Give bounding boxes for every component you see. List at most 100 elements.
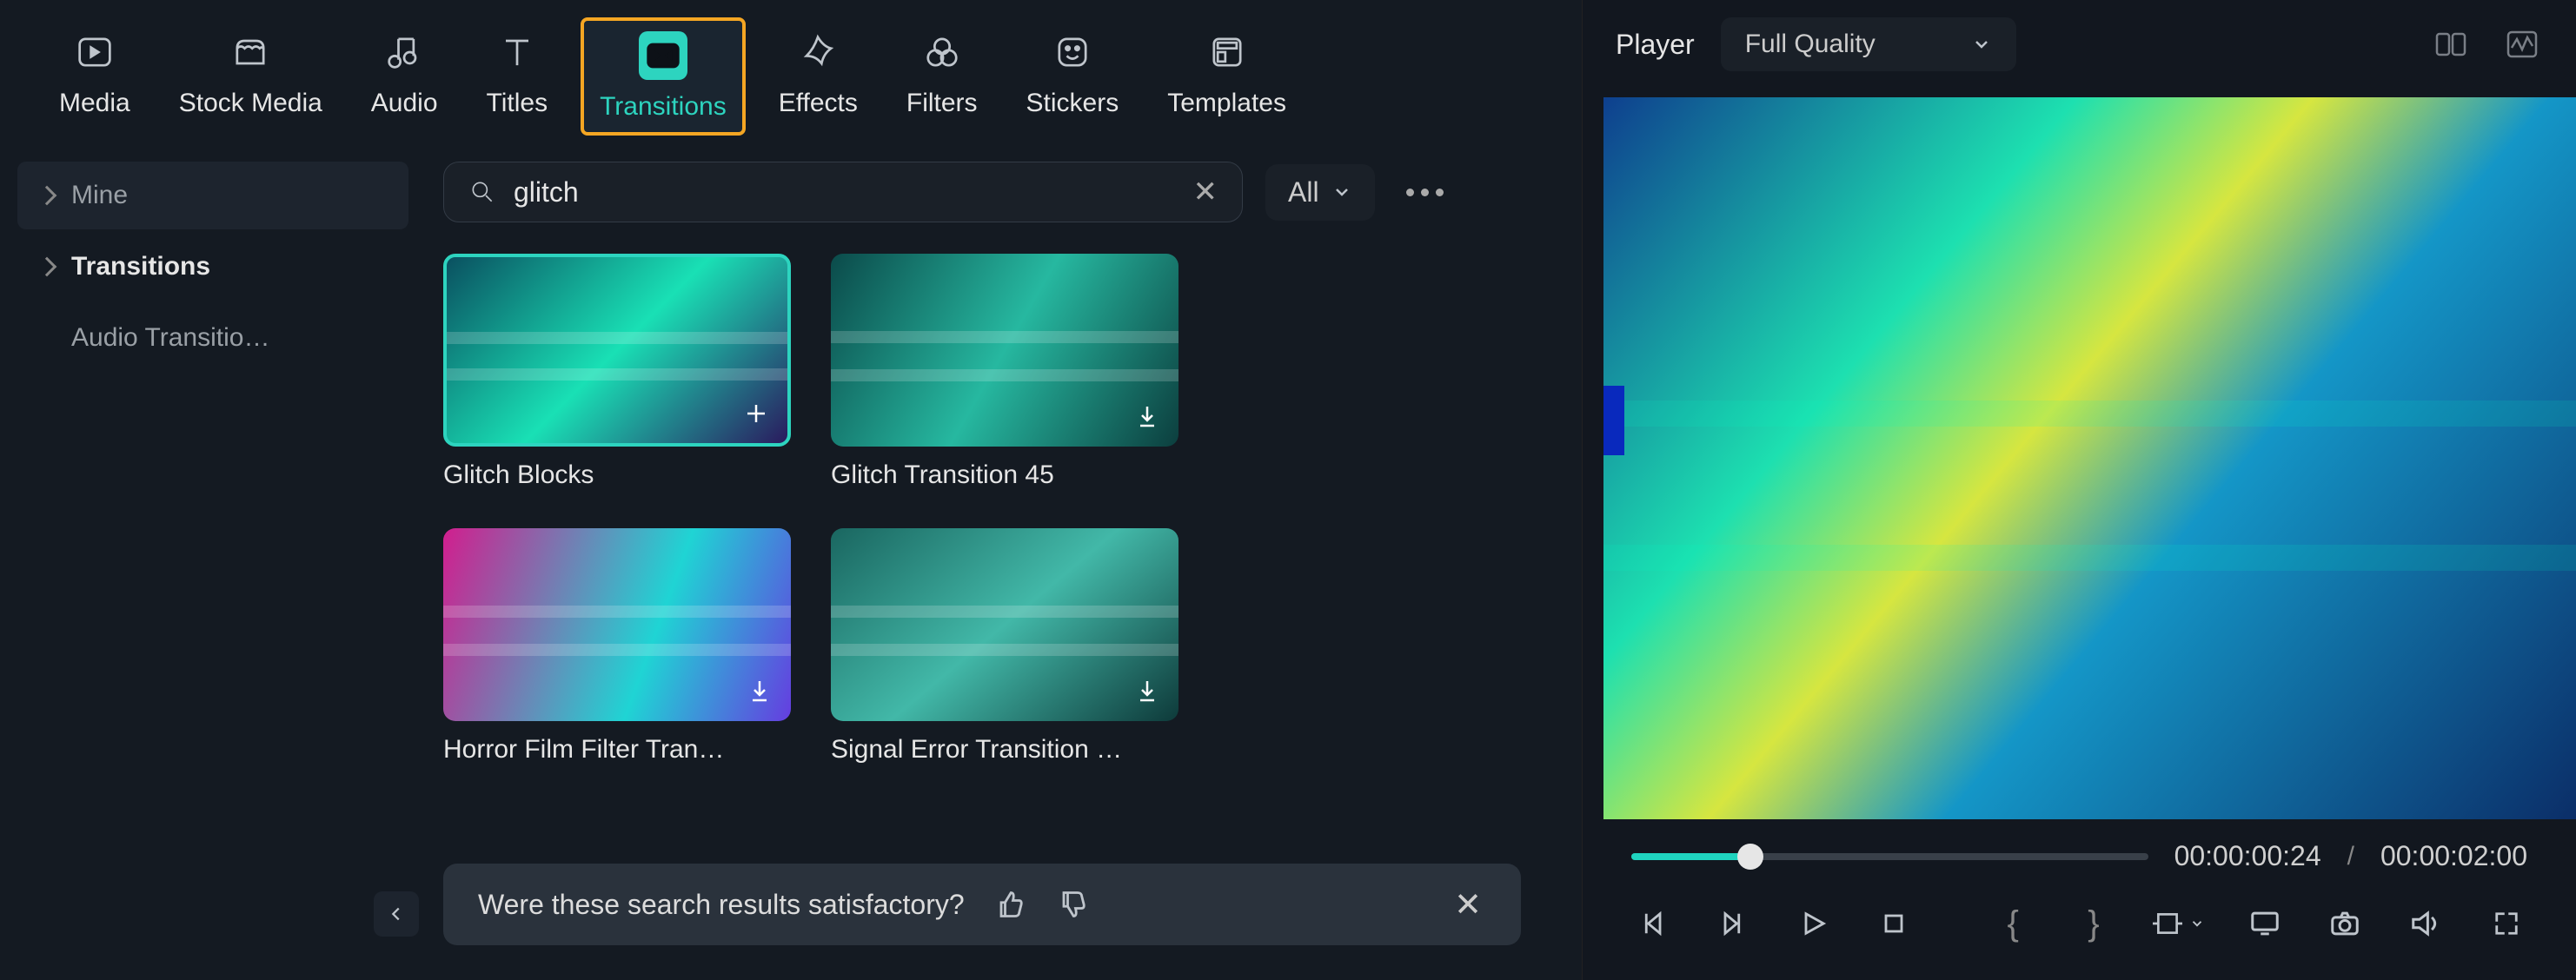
download-icon[interactable]	[1130, 674, 1165, 709]
chevron-right-icon	[37, 186, 57, 206]
time-row: 00:00:00:24 / 00:00:02:00	[1583, 819, 2576, 881]
nav-label: Transitions	[600, 92, 727, 122]
player-title: Player	[1616, 29, 1695, 61]
stop-button[interactable]	[1873, 902, 1915, 945]
mark-in-button[interactable]: {	[1992, 902, 2035, 945]
seek-fill	[1631, 853, 1750, 860]
chevron-down-icon	[1971, 34, 1992, 55]
current-time: 00:00:00:24	[2174, 840, 2321, 872]
filter-dropdown[interactable]: All	[1265, 164, 1375, 221]
nav-stock-media[interactable]: Stock Media	[163, 17, 338, 129]
nav-templates[interactable]: Templates	[1152, 17, 1302, 129]
stock-media-icon	[226, 28, 275, 76]
close-feedback-button[interactable]: ✕	[1450, 886, 1486, 923]
feedback-bar: Were these search results satisfactory? …	[443, 864, 1521, 945]
stickers-icon	[1048, 28, 1097, 76]
more-options-button[interactable]	[1398, 180, 1452, 205]
chevron-left-icon	[387, 904, 406, 924]
chevron-right-icon	[37, 257, 57, 277]
result-label: Signal Error Transition …	[831, 735, 1178, 765]
nav-filters[interactable]: Filters	[891, 17, 993, 129]
main-content: Mine Transitions Audio Transitio… ✕ All	[0, 153, 1582, 980]
player-preview[interactable]	[1603, 97, 2576, 819]
titles-icon	[493, 28, 541, 76]
nav-label: Audio	[371, 89, 438, 118]
thumbs-up-button[interactable]	[991, 886, 1027, 923]
clear-search-button[interactable]: ✕	[1193, 175, 1218, 209]
thumbs-down-button[interactable]	[1053, 886, 1090, 923]
nav-label: Titles	[487, 89, 548, 118]
top-nav: Media Stock Media Audio Titles Transitio…	[0, 0, 1582, 153]
result-card[interactable]: Signal Error Transition …	[831, 528, 1178, 765]
nav-effects[interactable]: Effects	[763, 17, 873, 129]
search-icon	[468, 178, 496, 206]
snapshot-button[interactable]	[2324, 902, 2367, 945]
result-thumbnail[interactable]	[831, 254, 1178, 447]
fullscreen-button[interactable]	[2485, 902, 2527, 945]
sidebar-item-label: Mine	[71, 181, 128, 210]
result-label: Glitch Transition 45	[831, 460, 1178, 490]
mark-out-button[interactable]: }	[2073, 902, 2115, 945]
content-column: ✕ All Glitch Blocks	[426, 153, 1582, 980]
effects-icon	[793, 28, 842, 76]
result-card[interactable]: Glitch Transition 45	[831, 254, 1178, 490]
download-icon[interactable]	[1130, 400, 1165, 434]
category-sidebar: Mine Transitions Audio Transitio…	[0, 153, 426, 980]
nav-transitions[interactable]: Transitions	[581, 17, 746, 136]
nav-label: Stock Media	[179, 89, 322, 118]
crop-dropdown[interactable]	[2153, 902, 2205, 945]
sidebar-item-label: Transitions	[71, 252, 210, 281]
nav-audio[interactable]: Audio	[355, 17, 454, 129]
result-card[interactable]: Horror Film Filter Tran…	[443, 528, 791, 765]
next-frame-button[interactable]	[1712, 902, 1755, 945]
feedback-question: Were these search results satisfactory?	[478, 889, 965, 921]
sidebar-item-transitions[interactable]: Transitions	[17, 233, 408, 301]
collapse-sidebar-button[interactable]	[374, 891, 419, 937]
seek-bar[interactable]	[1631, 853, 2148, 860]
audio-icon	[380, 28, 428, 76]
filter-label: All	[1288, 176, 1319, 209]
result-label: Horror Film Filter Tran…	[443, 735, 791, 765]
layout-grid-icon[interactable]	[2430, 23, 2472, 65]
chevron-down-icon	[1331, 182, 1352, 202]
nav-stickers[interactable]: Stickers	[1011, 17, 1135, 129]
time-separator: /	[2347, 842, 2354, 871]
total-time: 00:00:02:00	[2380, 840, 2527, 872]
sidebar-item-label: Audio Transitio…	[71, 323, 269, 353]
add-icon[interactable]	[739, 396, 773, 431]
nav-label: Media	[59, 89, 130, 118]
result-thumbnail[interactable]	[831, 528, 1178, 721]
search-row: ✕ All	[443, 162, 1547, 222]
templates-icon	[1203, 28, 1251, 76]
player-panel: Player Full Quality 00:00:00:24 / 00:00:…	[1582, 0, 2576, 980]
result-card[interactable]: Glitch Blocks	[443, 254, 791, 490]
nav-label: Templates	[1167, 89, 1286, 118]
transitions-icon	[639, 31, 687, 80]
quality-label: Full Quality	[1745, 30, 1876, 59]
left-panel: Media Stock Media Audio Titles Transitio…	[0, 0, 1582, 980]
play-button[interactable]	[1792, 902, 1835, 945]
quality-dropdown[interactable]: Full Quality	[1721, 17, 2016, 71]
result-thumbnail[interactable]	[443, 528, 791, 721]
player-header: Player Full Quality	[1583, 0, 2576, 89]
player-controls: { }	[1583, 881, 2576, 980]
download-icon[interactable]	[742, 674, 777, 709]
waveform-icon[interactable]	[2501, 23, 2543, 65]
nav-label: Filters	[906, 89, 978, 118]
nav-label: Stickers	[1026, 89, 1119, 118]
sidebar-item-mine[interactable]: Mine	[17, 162, 408, 229]
sidebar-item-audio-transitions[interactable]: Audio Transitio…	[17, 304, 408, 372]
filters-icon	[918, 28, 966, 76]
media-icon	[70, 28, 119, 76]
nav-media[interactable]: Media	[43, 17, 146, 129]
seek-knob[interactable]	[1737, 844, 1763, 870]
display-button[interactable]	[2243, 902, 2286, 945]
search-box[interactable]: ✕	[443, 162, 1243, 222]
nav-titles[interactable]: Titles	[471, 17, 564, 129]
volume-button[interactable]	[2405, 902, 2447, 945]
results-grid: Glitch Blocks Glitch Transition 45 Horro…	[443, 254, 1547, 765]
result-label: Glitch Blocks	[443, 460, 791, 490]
search-input[interactable]	[514, 176, 1176, 209]
prev-frame-button[interactable]	[1631, 902, 1674, 945]
result-thumbnail[interactable]	[443, 254, 791, 447]
